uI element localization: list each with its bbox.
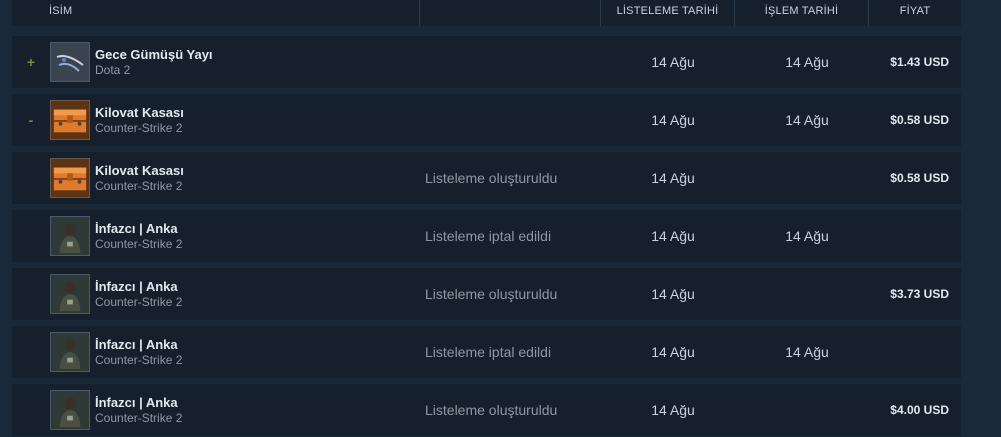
- action-text: Listeleme iptal edildi: [425, 228, 552, 244]
- history-list: + Gece Gümüşü Yayı Dota 2 14 Ağu 14 Ağu …: [12, 36, 961, 437]
- agent-icon[interactable]: [50, 332, 90, 372]
- item-game: Counter-Strike 2: [95, 294, 183, 309]
- header-listed-date: LİSTELEME TARİHİ: [601, 0, 735, 26]
- item-name[interactable]: İnfazcı | Anka: [95, 337, 425, 353]
- item-info: Kilovat Kasası Counter-Strike 2: [95, 163, 425, 194]
- item-name[interactable]: İnfazcı | Anka: [95, 395, 425, 411]
- item-name[interactable]: Gece Gümüşü Yayı: [95, 47, 425, 63]
- item-game: Dota 2: [95, 62, 131, 77]
- item-info: İnfazcı | Anka Counter-Strike 2: [95, 221, 425, 252]
- item-game: Counter-Strike 2: [95, 236, 183, 251]
- listed-date: 14 Ağu: [651, 112, 695, 128]
- agent-icon-graphic: [59, 223, 81, 254]
- price: $3.73 USD: [890, 287, 949, 301]
- item-info: Kilovat Kasası Counter-Strike 2: [95, 105, 425, 136]
- table-row[interactable]: + Gece Gümüşü Yayı Dota 2 14 Ağu 14 Ağu …: [12, 36, 961, 88]
- item-name[interactable]: Kilovat Kasası: [95, 105, 425, 121]
- table-row[interactable]: İnfazcı | Anka Counter-Strike 2 Listelem…: [12, 210, 961, 262]
- price: $0.58 USD: [890, 113, 949, 127]
- table-row[interactable]: İnfazcı | Anka Counter-Strike 2 Listelem…: [12, 326, 961, 378]
- action-date: 14 Ağu: [785, 112, 829, 128]
- item-info: İnfazcı | Anka Counter-Strike 2: [95, 279, 425, 310]
- action-text: Listeleme oluşturuldu: [425, 286, 558, 302]
- gain-indicator: -: [28, 112, 34, 128]
- bow-icon[interactable]: [50, 42, 90, 82]
- crate-icon-graphic: [53, 167, 87, 191]
- action-date: 14 Ağu: [785, 344, 829, 360]
- action-text: Listeleme oluşturuldu: [425, 170, 558, 186]
- item-game: Counter-Strike 2: [95, 178, 183, 193]
- item-name[interactable]: İnfazcı | Anka: [95, 221, 425, 237]
- table-row[interactable]: - Kilovat Kasası Counter-Strike 2 14 Ağu…: [12, 94, 961, 146]
- agent-icon[interactable]: [50, 390, 90, 430]
- crate-icon[interactable]: [50, 158, 90, 198]
- crate-icon-graphic: [53, 109, 87, 133]
- market-history-panel: İSİM LİSTELEME TARİHİ İŞLEM TARİHİ FİYAT…: [0, 0, 1001, 437]
- action-date: 14 Ağu: [785, 54, 829, 70]
- item-info: İnfazcı | Anka Counter-Strike 2: [95, 395, 425, 426]
- agent-icon-graphic: [59, 281, 81, 312]
- action-text: Listeleme oluşturuldu: [425, 402, 558, 418]
- price: $4.00 USD: [890, 403, 949, 417]
- item-game: Counter-Strike 2: [95, 120, 183, 135]
- bow-icon-graphic: [56, 55, 84, 72]
- agent-icon-graphic: [59, 339, 81, 370]
- item-game: Counter-Strike 2: [95, 410, 183, 425]
- header-price: FİYAT: [899, 5, 931, 17]
- agent-icon[interactable]: [50, 216, 90, 256]
- listed-date: 14 Ağu: [651, 286, 695, 302]
- listed-date: 14 Ağu: [651, 344, 695, 360]
- table-row[interactable]: İnfazcı | Anka Counter-Strike 2 Listelem…: [12, 384, 961, 436]
- item-info: İnfazcı | Anka Counter-Strike 2: [95, 337, 425, 368]
- agent-icon[interactable]: [50, 274, 90, 314]
- header-name: İSİM: [12, 0, 420, 26]
- price: $1.43 USD: [890, 55, 949, 69]
- price: $0.58 USD: [890, 171, 949, 185]
- listed-date: 14 Ağu: [651, 54, 695, 70]
- listed-date: 14 Ağu: [651, 228, 695, 244]
- item-name[interactable]: İnfazcı | Anka: [95, 279, 425, 295]
- item-info: Gece Gümüşü Yayı Dota 2: [95, 47, 425, 78]
- header-action: [420, 0, 601, 26]
- agent-icon-graphic: [59, 397, 81, 428]
- action-text: Listeleme iptal edildi: [425, 344, 552, 360]
- item-game: Counter-Strike 2: [95, 352, 183, 367]
- gain-indicator: +: [26, 54, 36, 70]
- item-name[interactable]: Kilovat Kasası: [95, 163, 425, 179]
- header-action-date: İŞLEM TARİHİ: [735, 0, 869, 26]
- listed-date: 14 Ağu: [651, 170, 695, 186]
- table-row[interactable]: İnfazcı | Anka Counter-Strike 2 Listelem…: [12, 268, 961, 320]
- action-date: 14 Ağu: [785, 228, 829, 244]
- table-row[interactable]: Kilovat Kasası Counter-Strike 2 Listelem…: [12, 152, 961, 204]
- table-header: İSİM LİSTELEME TARİHİ İŞLEM TARİHİ FİYAT: [12, 0, 961, 26]
- listed-date: 14 Ağu: [651, 402, 695, 418]
- crate-icon[interactable]: [50, 100, 90, 140]
